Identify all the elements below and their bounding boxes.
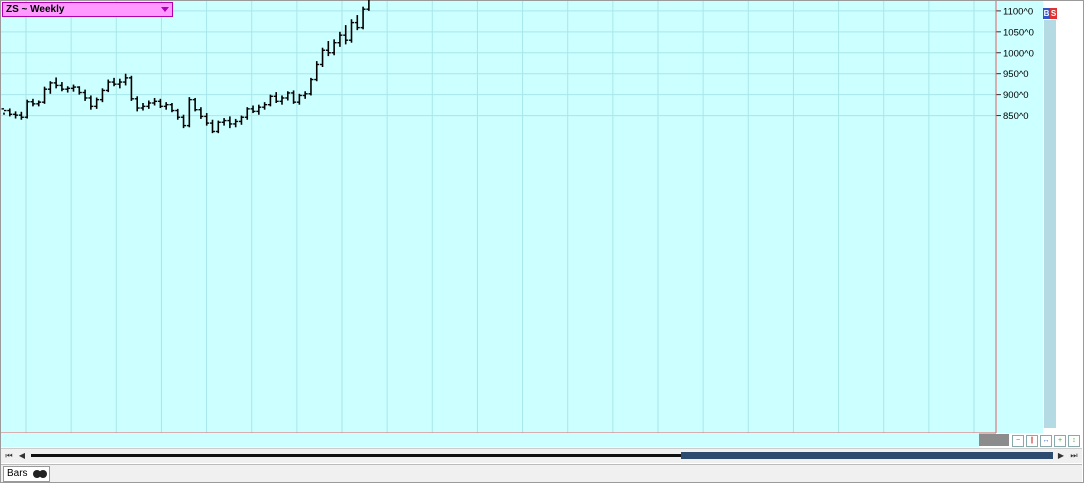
y-tick-label: 1100^0 bbox=[1003, 6, 1033, 17]
scroll-right-icon[interactable]: ▶ bbox=[1056, 451, 1066, 461]
scroll-thumb[interactable] bbox=[681, 452, 1053, 459]
expand-icon[interactable]: ↔ bbox=[1040, 435, 1052, 447]
link-icon[interactable] bbox=[33, 470, 47, 478]
zoom-out-icon[interactable]: − bbox=[1012, 435, 1024, 447]
date-axis bbox=[1, 433, 979, 447]
chevron-down-icon[interactable] bbox=[161, 7, 169, 12]
y-tick-label: 850^0 bbox=[1003, 111, 1029, 122]
symbol-selector[interactable]: ZS ~ Weekly bbox=[2, 2, 173, 17]
navigation-bar: ⏮ ◀ ▶ ⏭ bbox=[1, 448, 1082, 463]
fit-icon[interactable]: ↕ bbox=[1068, 435, 1080, 447]
y-tick-label: 1000^0 bbox=[1003, 48, 1034, 59]
bars-label: Bars bbox=[7, 468, 28, 479]
scroll-left-icon[interactable]: ◀ bbox=[17, 451, 27, 461]
status-bar: Bars bbox=[1, 464, 1082, 482]
chart-title: ZS ~ Weekly bbox=[6, 4, 65, 15]
axis-corner bbox=[979, 434, 1009, 446]
zoom-in-icon[interactable]: + bbox=[1054, 435, 1066, 447]
compress-icon[interactable]: ∥ bbox=[1026, 435, 1038, 447]
bars-tab[interactable]: Bars bbox=[3, 466, 50, 482]
price-chart[interactable]: 850^0900^0950^01000^01050^01100^01150^01… bbox=[0, 0, 1084, 483]
y-tick-label: 1050^0 bbox=[1003, 27, 1034, 38]
scroll-start-icon[interactable]: ⏮ bbox=[4, 451, 14, 461]
y-tick-label: 950^0 bbox=[1003, 69, 1029, 80]
y-tick-label: 900^0 bbox=[1003, 90, 1029, 101]
scroll-end-icon[interactable]: ⏭ bbox=[1069, 451, 1079, 461]
